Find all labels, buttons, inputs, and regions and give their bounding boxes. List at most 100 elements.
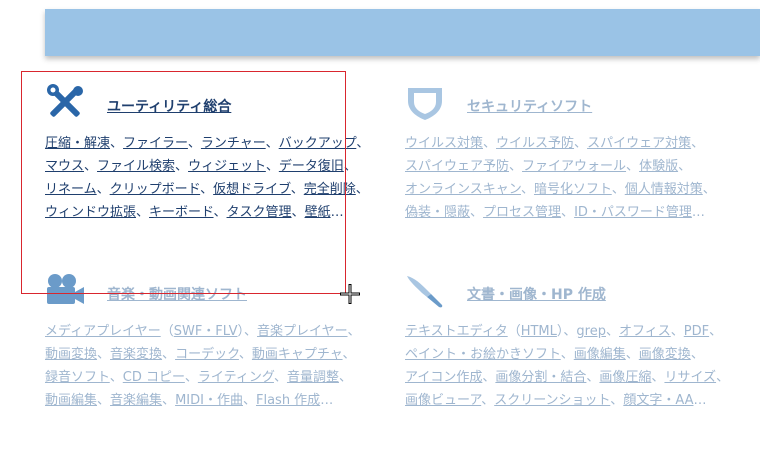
category-link[interactable]: リネーム <box>45 182 97 197</box>
category-link[interactable]: ライティング <box>198 370 274 385</box>
link-separator: 、 <box>574 136 588 151</box>
category-link[interactable]: テキストエディタ <box>405 324 508 339</box>
category-link[interactable]: ウィンドウ拡張 <box>45 205 136 220</box>
category-link[interactable]: ファイラー <box>123 136 188 151</box>
link-separator: 、 <box>342 347 356 362</box>
category-link[interactable]: アイコン作成 <box>405 370 482 385</box>
link-separator: 、 <box>242 393 256 408</box>
category-link[interactable]: 仮想ドライブ <box>213 182 291 197</box>
category-link[interactable]: 音楽プレイヤー <box>257 324 347 339</box>
link-separator: 、 <box>96 182 110 197</box>
link-separator: 、 <box>716 370 730 385</box>
category-link[interactable]: 画像圧縮 <box>599 370 651 385</box>
link-separator: 、 <box>184 370 198 385</box>
category-link[interactable]: プロセス管理 <box>483 205 561 220</box>
link-separator: 、 <box>347 324 361 339</box>
category-title-media[interactable]: 音楽・動画関連ソフト <box>107 284 247 304</box>
category-links-security: ウイルス対策、ウイルス予防、スパイウェア対策、 スパイウェア予防、ファイアウォール… <box>405 132 750 224</box>
link-separator: 、 <box>483 136 497 151</box>
link-separator: 、 <box>560 347 574 362</box>
category-link[interactable]: 動画編集 <box>45 393 97 408</box>
category-link[interactable]: Flash 作成 <box>256 393 320 408</box>
category-link[interactable]: ファイアウォール <box>522 159 626 174</box>
category-link[interactable]: 音量調整 <box>287 370 339 385</box>
category-link[interactable]: 動画変換 <box>45 347 97 362</box>
category-link[interactable]: 画像分割・結合 <box>495 370 586 385</box>
link-separator: 、 <box>162 393 176 408</box>
link-separator: 、 <box>610 393 624 408</box>
link-separator: 、 <box>110 136 124 151</box>
category-link[interactable]: CD コピー <box>123 370 185 385</box>
category-link[interactable]: 画像変換 <box>639 347 691 362</box>
category-link[interactable]: 録音ソフト <box>45 370 110 385</box>
category-link[interactable]: ペイント・お絵かきソフト <box>405 347 561 362</box>
link-separator: 、 <box>200 182 214 197</box>
category-link[interactable]: PDF <box>684 324 709 339</box>
category-link[interactable]: SWF・FLV <box>174 324 238 339</box>
category-link[interactable]: リサイズ <box>664 370 716 385</box>
category-link[interactable]: メディアプレイヤー <box>45 324 161 339</box>
link-separator: 、 <box>702 182 716 197</box>
category-link[interactable]: ウイルス対策 <box>405 136 483 151</box>
category-link[interactable]: クリップボード <box>110 182 200 197</box>
category-link[interactable]: 動画キャプチャ <box>252 347 343 362</box>
category-title-utilities[interactable]: ユーティリティ総合 <box>107 96 231 116</box>
link-separator: … <box>693 393 707 408</box>
link-separator: 、 <box>273 370 287 385</box>
link-separator: 、 <box>136 205 150 220</box>
category-link[interactable]: 完全削除 <box>304 182 356 197</box>
category-title-security[interactable]: セキュリティソフト <box>467 96 592 116</box>
category-link[interactable]: スパイウェア予防 <box>405 159 509 174</box>
link-separator: 、 <box>265 159 279 174</box>
category-link[interactable]: 暗号化ソフト <box>534 182 612 197</box>
category-link[interactable]: 音楽変換 <box>110 347 162 362</box>
link-separator: 、 <box>97 393 111 408</box>
category-link[interactable]: grep <box>576 324 606 339</box>
category-link[interactable]: オンラインスキャン <box>405 182 521 197</box>
category-link[interactable]: 音楽編集 <box>110 393 162 408</box>
category-link[interactable]: スクリーンショット <box>494 393 610 408</box>
link-separator: 、 <box>611 182 625 197</box>
category-link[interactable]: キーボード <box>149 205 213 220</box>
link-separator: 、 <box>356 136 370 151</box>
category-link[interactable]: 画像ビューア <box>405 393 481 408</box>
link-separator: 、 <box>343 159 357 174</box>
category-link[interactable]: コーデック <box>175 347 239 362</box>
top-banner <box>45 9 760 56</box>
category-link[interactable]: ID・パスワード管理 <box>574 205 692 220</box>
category-link[interactable]: 体験版 <box>639 159 678 174</box>
category-title-document[interactable]: 文書・画像・HP 作成 <box>467 284 606 304</box>
category-link[interactable]: 圧縮・解凍 <box>45 136 110 151</box>
category-link[interactable]: MIDI・作曲 <box>175 393 243 408</box>
link-separator: 、 <box>691 136 705 151</box>
link-separator: 、 <box>355 182 369 197</box>
category-link[interactable]: 顔文字・AA <box>623 393 693 408</box>
category-link[interactable]: タスク管理 <box>227 205 292 220</box>
category-media: 音楽・動画関連ソフト メディアプレイヤー（SWF・FLV）、音楽プレイヤー、 動画… <box>45 272 390 412</box>
category-link[interactable]: ファイル検索 <box>97 159 175 174</box>
category-link[interactable]: 壁紙 <box>305 205 331 220</box>
link-separator: 、 <box>162 347 176 362</box>
category-links-media: メディアプレイヤー（SWF・FLV）、音楽プレイヤー、 動画変換、音楽変換、コーデ… <box>45 320 390 412</box>
category-link[interactable]: データ復旧 <box>279 159 344 174</box>
link-separator: 、 <box>482 370 496 385</box>
link-separator: 、 <box>651 370 665 385</box>
link-separator: 、 <box>175 159 189 174</box>
category-link[interactable]: スパイウェア対策 <box>587 136 691 151</box>
tools-icon <box>47 84 83 117</box>
link-separator: … <box>330 205 344 220</box>
link-separator: … <box>320 393 334 408</box>
category-security: セキュリティソフト ウイルス対策、ウイルス予防、スパイウェア対策、 スパイウェア予… <box>405 84 750 224</box>
category-link[interactable]: 個人情報対策 <box>625 182 703 197</box>
category-link[interactable]: ランチャー <box>201 136 266 151</box>
link-separator: 、 <box>605 324 619 339</box>
category-link[interactable]: オフィス <box>619 324 671 339</box>
category-link[interactable]: バックアップ <box>279 136 357 151</box>
category-link[interactable]: ウィジェット <box>188 159 266 174</box>
category-link[interactable]: 偽装・隠蔽 <box>405 205 470 220</box>
category-link[interactable]: ウイルス予防 <box>496 136 574 151</box>
category-link[interactable]: マウス <box>45 159 84 174</box>
link-separator: 、 <box>709 324 723 339</box>
category-link[interactable]: HTML <box>521 324 557 339</box>
category-link[interactable]: 画像編集 <box>574 347 626 362</box>
